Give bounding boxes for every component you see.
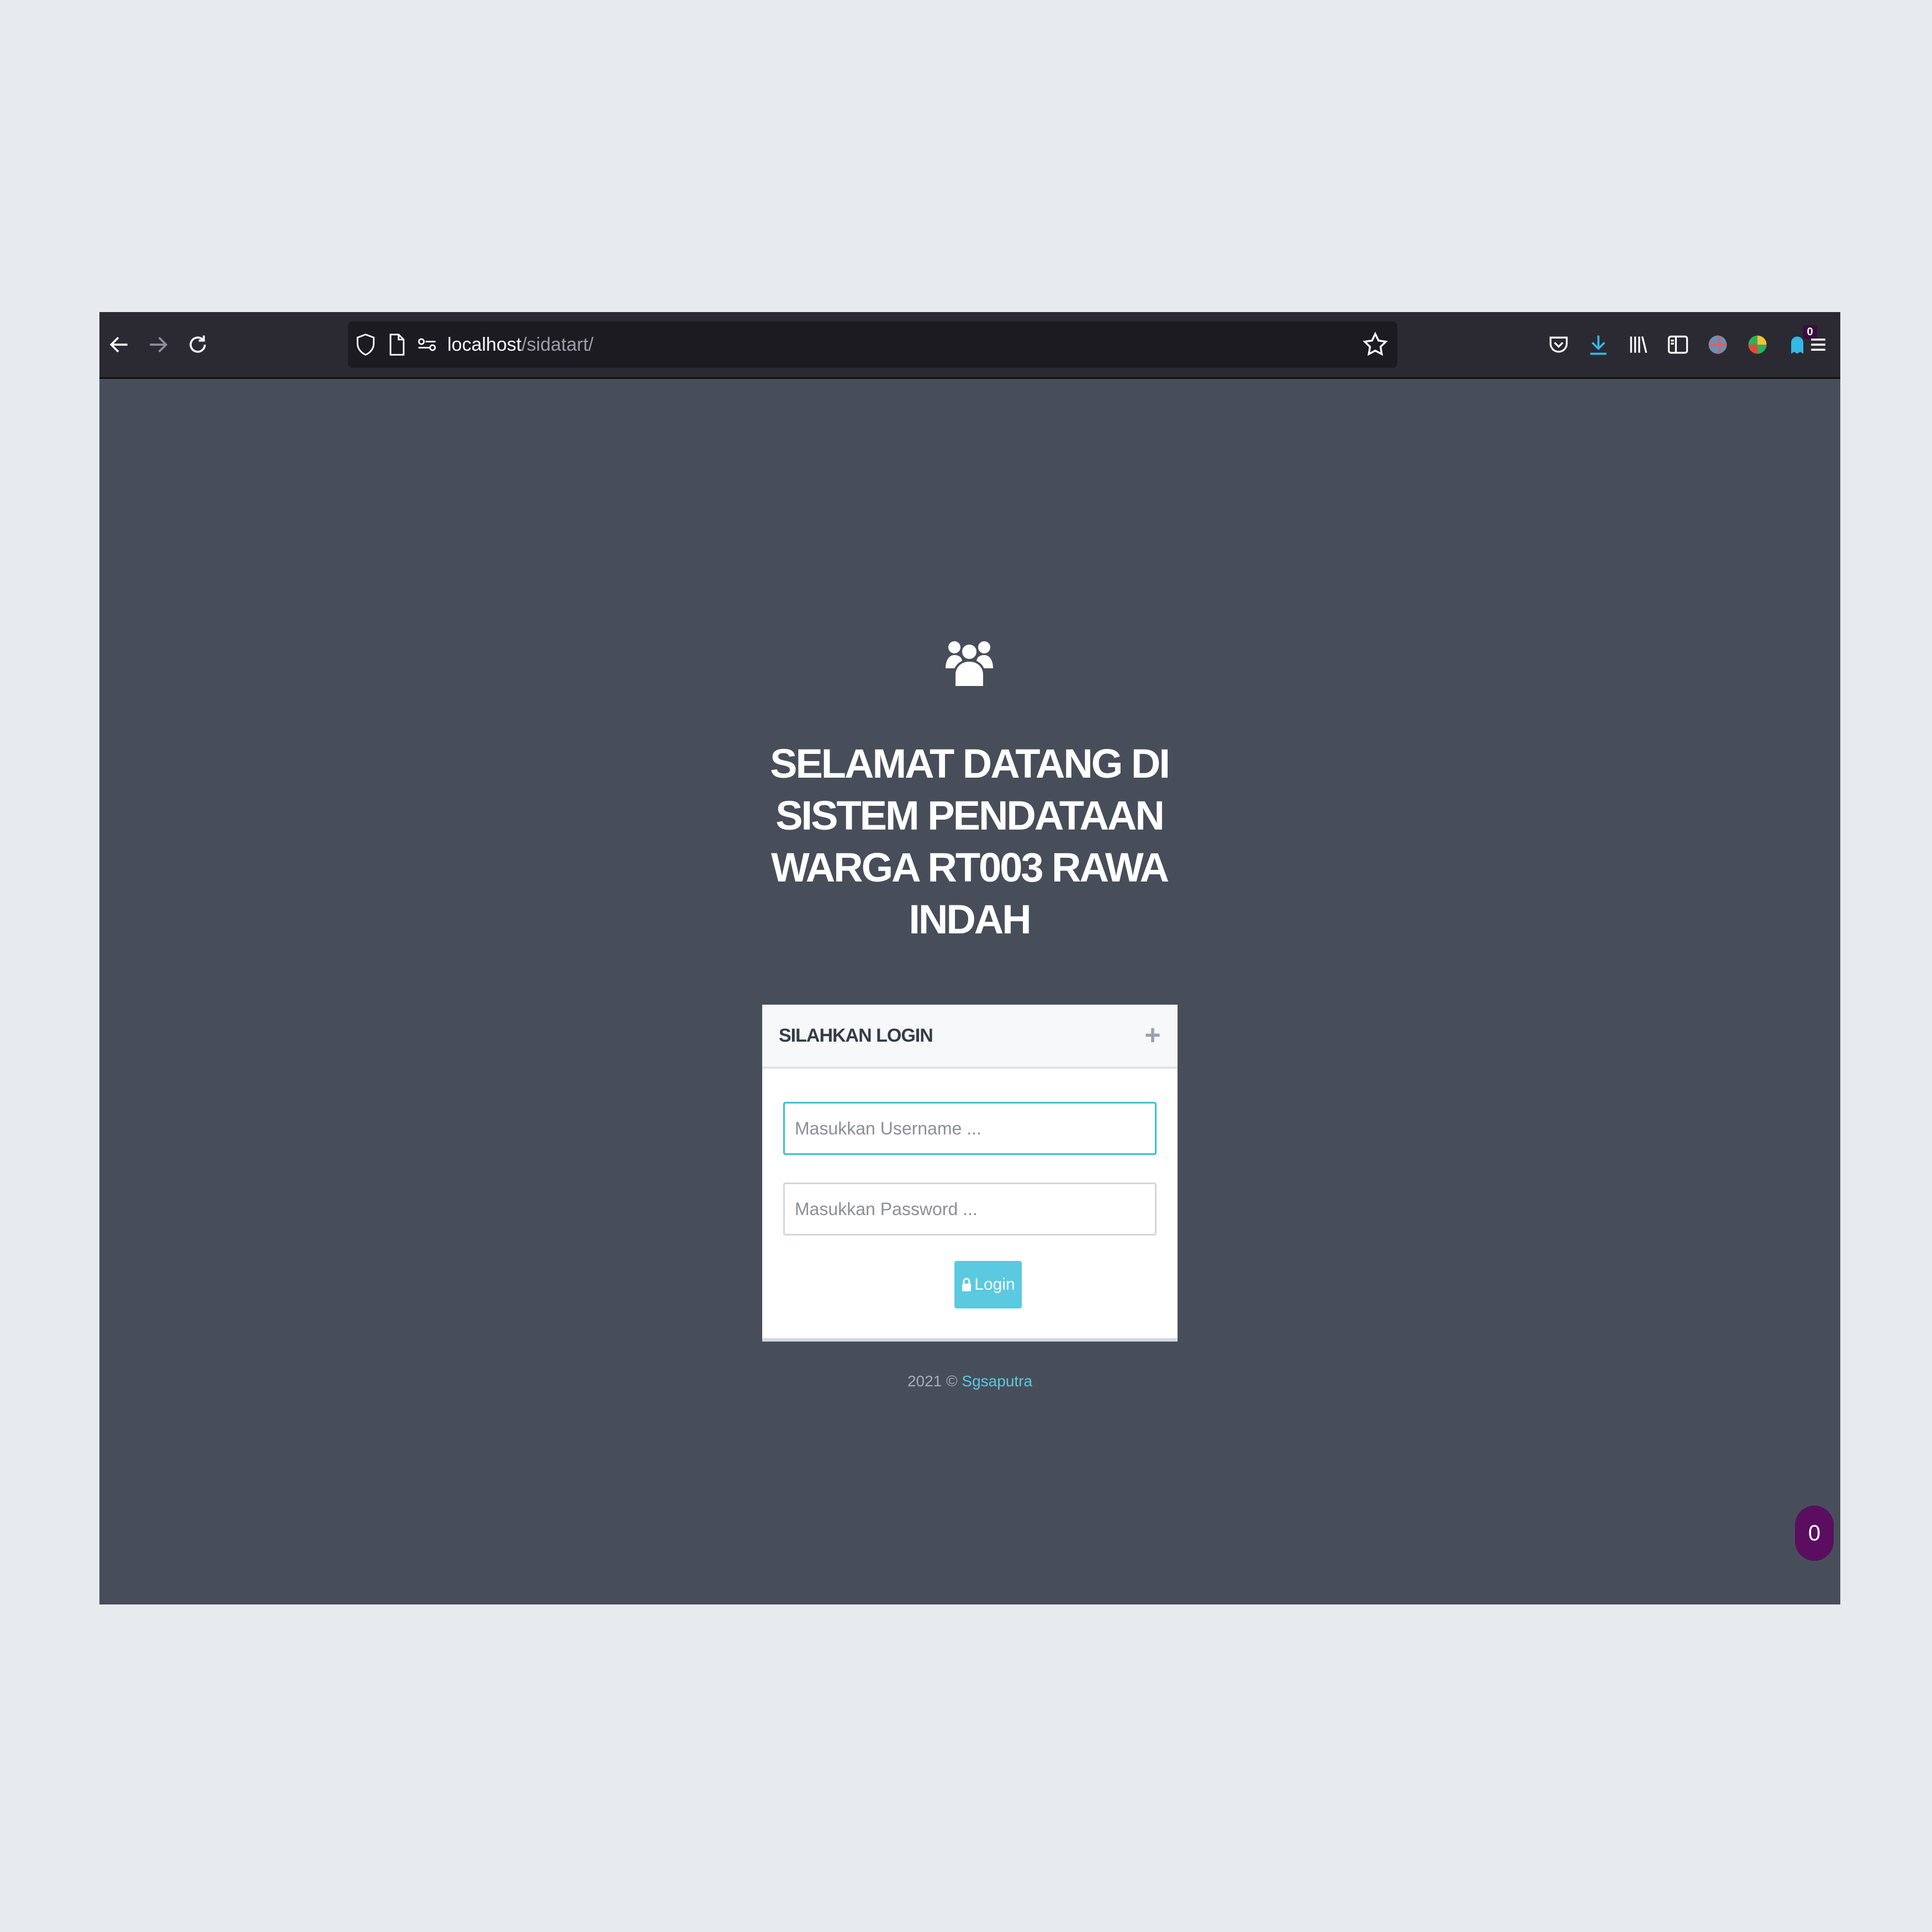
chat-count: 0 <box>1808 1521 1821 1545</box>
hamburger-menu-icon <box>1811 339 1825 351</box>
footer-copyright: 2021 © <box>907 1373 962 1390</box>
login-card-title: SILAHKAN LOGIN <box>779 1025 933 1046</box>
arrow-left-icon <box>109 336 128 353</box>
plus-icon[interactable]: + <box>1139 1021 1166 1049</box>
arrow-right-icon <box>150 336 168 353</box>
reload-icon <box>189 335 206 353</box>
users-icon <box>946 641 993 687</box>
login-button[interactable]: Login <box>954 1261 1022 1308</box>
star-icon[interactable] <box>1361 330 1390 359</box>
page-icon[interactable] <box>384 332 409 357</box>
login-card: SILAHKAN LOGIN + Login <box>762 1005 1178 1342</box>
login-button-label: Login <box>974 1275 1015 1294</box>
login-card-header: SILAHKAN LOGIN + <box>762 1005 1178 1069</box>
browser-window: localhost/sidatart/ 0 SELAMAT DATANG DI … <box>99 312 1840 1604</box>
downloads-button[interactable] <box>1582 328 1615 361</box>
page-content: SELAMAT DATANG DI SISTEM PENDATAAN WARGA… <box>99 379 1840 1604</box>
browser-toolbar: localhost/sidatart/ 0 <box>99 312 1840 379</box>
sidebar-button[interactable] <box>1661 328 1695 361</box>
library-icon <box>1630 336 1648 353</box>
extension-globe-icon <box>1708 335 1727 355</box>
menu-button[interactable] <box>1802 328 1835 361</box>
download-icon <box>1590 335 1607 355</box>
pocket-icon <box>1549 336 1568 353</box>
lock-icon <box>962 1278 972 1291</box>
sidebar-icon <box>1667 335 1688 354</box>
extension-button-2[interactable] <box>1741 328 1774 361</box>
url-path: /sidatart/ <box>521 334 594 355</box>
shield-icon[interactable] <box>353 332 378 357</box>
pocket-button[interactable] <box>1542 328 1575 361</box>
permissions-icon[interactable] <box>415 332 440 357</box>
library-button[interactable] <box>1622 328 1655 361</box>
page-title: SELAMAT DATANG DI SISTEM PENDATAAN WARGA… <box>770 741 1170 942</box>
extension-button-1[interactable] <box>1701 328 1734 361</box>
url-host: localhost <box>447 334 522 355</box>
url-bar[interactable]: localhost/sidatart/ <box>348 321 1397 368</box>
password-input[interactable] <box>783 1183 1157 1236</box>
chat-bubble[interactable]: 0 <box>1795 1506 1834 1561</box>
url-text[interactable]: localhost/sidatart/ <box>447 321 594 368</box>
footer: 2021 © Sgsaputra <box>762 1373 1178 1390</box>
back-button[interactable] <box>103 328 136 361</box>
extension-color-icon <box>1748 335 1767 354</box>
forward-button[interactable] <box>141 328 175 361</box>
reload-button[interactable] <box>181 328 214 361</box>
footer-author-link[interactable]: Sgsaputra <box>962 1373 1032 1390</box>
username-input[interactable] <box>783 1102 1157 1155</box>
